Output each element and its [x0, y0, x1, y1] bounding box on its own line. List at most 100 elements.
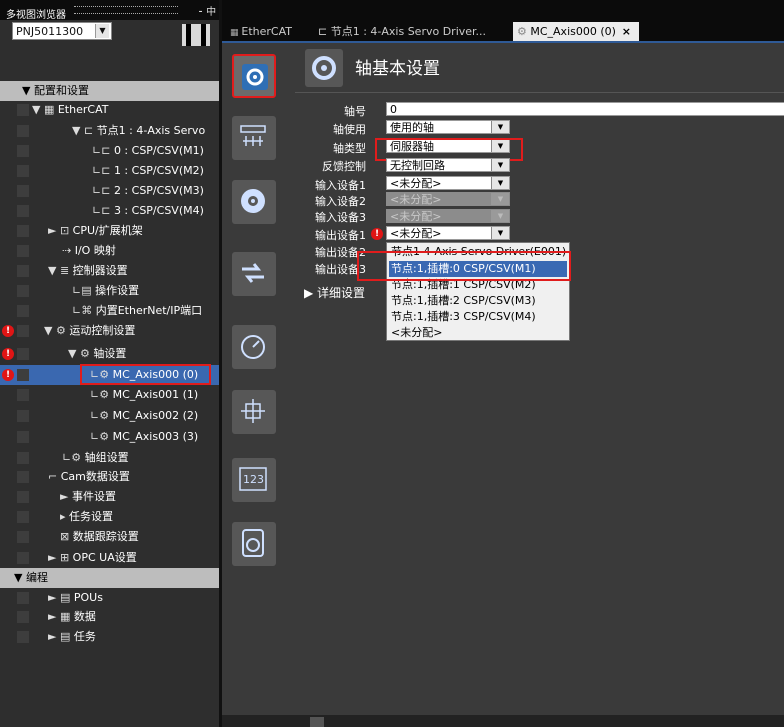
- detail-settings-toggle[interactable]: ▶ 详细设置: [304, 284, 365, 301]
- tree-item[interactable]: ! ▼ ⚙ 运动控制设置: [0, 321, 219, 341]
- position-count-settings-icon[interactable]: 123: [232, 458, 276, 502]
- status-square-icon: [17, 511, 29, 523]
- status-square-icon: [17, 145, 29, 157]
- ethercat-icon: ▦: [230, 28, 242, 38]
- tree-item[interactable]: ∟⌘ 内置EtherNet/IP端口: [0, 301, 219, 321]
- feedback-control-select[interactable]: 无控制回路 ▼: [386, 158, 510, 172]
- tree-expander-icon: ▼: [22, 84, 34, 97]
- tree-item[interactable]: ► 事件设置: [0, 487, 219, 507]
- tree-item[interactable]: ⇢ I/O 映射: [0, 241, 219, 261]
- status-square-icon: [17, 185, 29, 197]
- input-device2-select: <未分配> ▼: [386, 192, 510, 206]
- axis-use-select[interactable]: 使用的轴 ▼: [386, 120, 510, 134]
- tree-expander-icon: ► ▦: [48, 610, 74, 623]
- dropdown-option[interactable]: 节点:1,插槽:3 CSP/CSV(M4): [389, 309, 567, 325]
- axis-basic-settings-icon[interactable]: [232, 54, 276, 98]
- output-device1-label: 输出设备1: [315, 229, 366, 242]
- chevron-down-icon[interactable]: ▼: [95, 24, 109, 38]
- other-operation-settings-icon[interactable]: [232, 252, 276, 296]
- tree-item-label: POUs: [73, 591, 103, 604]
- axis-use-value: 使用的轴: [390, 121, 434, 134]
- tab-ethercat[interactable]: ▦ EtherCAT: [226, 22, 302, 41]
- tree-item[interactable]: ► ⊞ OPC UA设置: [0, 548, 219, 568]
- tree-item[interactable]: ∟⚙ 轴组设置: [0, 448, 219, 468]
- tree-item[interactable]: ∟▤ 操作设置: [0, 281, 219, 301]
- tree-item-label: MC_Axis001 (1): [112, 388, 199, 401]
- tab-bar: ▦ EtherCAT ⊏ 节点1 : 4-Axis Servo Driver..…: [222, 0, 784, 43]
- input-device2-value: <未分配>: [390, 193, 442, 206]
- tree-item[interactable]: ⊠ 数据跟踪设置: [0, 527, 219, 547]
- tree-section[interactable]: ▼ 配置和设置: [0, 81, 219, 101]
- status-square-icon: [17, 369, 29, 381]
- axis-number-field[interactable]: 0: [386, 102, 784, 116]
- tree-item[interactable]: ∟⊏ 1 : CSP/CSV(M2): [0, 161, 219, 181]
- controller-status-icon[interactable]: [182, 24, 210, 46]
- feedback-control-value: 无控制回路: [390, 159, 445, 172]
- tree-expander-icon: ∟⊏: [92, 144, 114, 157]
- tree-item[interactable]: ∟⊏ 2 : CSP/CSV(M3): [0, 181, 219, 201]
- horizontal-scrollbar[interactable]: [222, 715, 784, 727]
- tree-item[interactable]: ∟⚙ MC_Axis001 (1): [0, 385, 219, 405]
- tree-item[interactable]: ∟⚙ MC_Axis002 (2): [0, 406, 219, 426]
- tab-mc-axis000[interactable]: ⚙ MC_Axis000 (0) ×: [513, 22, 639, 41]
- homing-settings-icon[interactable]: [232, 390, 276, 434]
- title-drag-grip[interactable]: [74, 6, 178, 14]
- pin-icon[interactable]: ⁃ 中: [198, 3, 216, 18]
- operation-settings-icon[interactable]: [232, 180, 276, 224]
- tree-item-label: Cam数据设置: [60, 470, 130, 483]
- tree-item[interactable]: ▼ ▦ EtherCAT: [0, 100, 219, 120]
- tree-item[interactable]: ∟⊏ 0 : CSP/CSV(M1): [0, 141, 219, 161]
- status-square-icon: [17, 531, 29, 543]
- tree-item[interactable]: ! ▼ ⚙ 轴设置: [0, 344, 219, 364]
- chevron-down-icon[interactable]: ▼: [491, 177, 509, 189]
- input-device3-select: <未分配> ▼: [386, 209, 510, 223]
- tree-item[interactable]: ▸ 任务设置: [0, 507, 219, 527]
- tree-item[interactable]: ► ⊡ CPU/扩展机架: [0, 221, 219, 241]
- tree-item[interactable]: ► ▦ 数据: [0, 607, 219, 627]
- tree-item[interactable]: ► ▤ 任务: [0, 627, 219, 647]
- tree-expander-icon: ► ▤: [48, 591, 74, 604]
- dropdown-option[interactable]: 节点:1,插槽:2 CSP/CSV(M3): [389, 293, 567, 309]
- chevron-down-icon[interactable]: ▼: [491, 227, 509, 239]
- tree-item[interactable]: ∟⊏ 3 : CSP/CSV(M4): [0, 201, 219, 221]
- tree-item-label: 编程: [25, 571, 48, 584]
- tree-expander-icon: ∟⊏: [92, 164, 114, 177]
- input-device1-label: 输入设备1: [315, 179, 366, 192]
- output-device1-value: <未分配>: [390, 227, 442, 240]
- status-square-icon: [17, 471, 29, 483]
- tree-expander-icon: ►: [60, 490, 72, 503]
- output-device1-select[interactable]: <未分配> ▼: [386, 226, 510, 240]
- explorer-title-text: 多视图浏览器: [6, 10, 66, 21]
- limit-settings-icon[interactable]: [232, 325, 276, 369]
- tab-node1[interactable]: ⊏ 节点1 : 4-Axis Servo Driver...: [314, 22, 510, 41]
- tree-item-label: 节点1 : 4-Axis Servo: [96, 124, 206, 137]
- chevron-down-icon[interactable]: ▼: [491, 121, 509, 133]
- tree-expander-icon: ⌐: [48, 470, 61, 483]
- status-square-icon: [17, 410, 29, 422]
- tree-item[interactable]: ∟⚙ MC_Axis003 (3): [0, 427, 219, 447]
- close-icon[interactable]: ×: [622, 22, 631, 41]
- tree-item[interactable]: ▼ ⊏ 节点1 : 4-Axis Servo: [0, 121, 219, 141]
- tree-section[interactable]: ▼ 编程: [0, 568, 219, 588]
- scroll-thumb[interactable]: [310, 717, 324, 727]
- tree-item[interactable]: ⌐ Cam数据设置: [0, 467, 219, 487]
- tree-item[interactable]: ▼ ≣ 控制器设置: [0, 261, 219, 281]
- status-square-icon: [17, 611, 29, 623]
- tree-item[interactable]: ► ▤ POUs: [0, 588, 219, 608]
- device-select[interactable]: PNJ5011300 ▼: [12, 22, 112, 40]
- chevron-down-icon[interactable]: ▼: [491, 159, 509, 171]
- servo-drive-settings-icon[interactable]: [232, 522, 276, 566]
- status-square-icon: [17, 104, 29, 116]
- tree-expander-icon: ► ⊞: [48, 551, 73, 564]
- tree-expander-icon: ∟▤: [72, 284, 96, 297]
- tree-item-label: 3 : CSP/CSV(M4): [113, 204, 204, 217]
- axis-icon: ⚙: [517, 25, 531, 38]
- dropdown-option-highlight: [357, 251, 571, 281]
- tree-item-label: EtherCAT: [57, 103, 109, 116]
- tree-expander-icon: ∟⚙: [90, 388, 113, 401]
- dropdown-option[interactable]: <未分配>: [389, 325, 567, 341]
- tree-expander-icon: ▼ ⊏: [72, 124, 97, 137]
- input-device1-select[interactable]: <未分配> ▼: [386, 176, 510, 190]
- units-conversion-icon[interactable]: [232, 116, 276, 160]
- tree-expander-icon: ▼ ≣: [48, 264, 73, 277]
